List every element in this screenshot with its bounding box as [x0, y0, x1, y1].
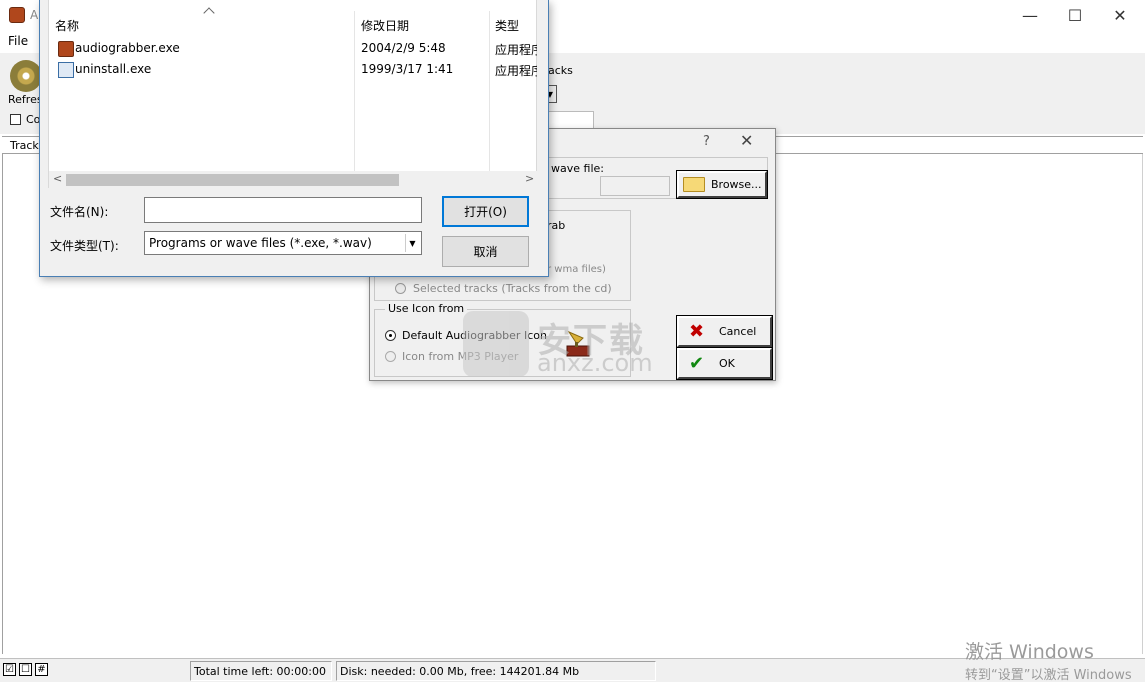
close-button[interactable]: ✕ — [1097, 0, 1143, 30]
selected-tracks-label: Selected tracks (Tracks from the cd) — [413, 282, 612, 295]
column-divider — [354, 11, 355, 171]
file-type: 应用程序 — [495, 43, 537, 57]
logo-text-en: anxz.com — [537, 349, 653, 377]
filename-label: 文件名(N): — [50, 205, 109, 219]
menu-file[interactable]: File — [8, 34, 28, 48]
filename-input[interactable] — [144, 197, 422, 223]
app-icon — [9, 7, 25, 23]
browse-label: Browse... — [711, 178, 762, 191]
mp3-icon-radio[interactable] — [385, 351, 396, 362]
ok-check-icon: ✔ — [689, 353, 705, 374]
cancel-button[interactable]: ✖ Cancel — [676, 315, 773, 348]
activation-watermark-title: 激活 Windows — [965, 641, 1094, 663]
column-divider — [489, 11, 490, 171]
check-none-box[interactable]: ☐ — [19, 663, 32, 676]
cd-refresh-icon[interactable] — [10, 60, 42, 92]
scroll-thumb[interactable] — [66, 174, 399, 186]
file-cancel-button[interactable]: 取消 — [442, 236, 529, 267]
audiograbber-exe-icon — [58, 41, 74, 57]
column-date[interactable]: 修改日期 — [361, 17, 409, 35]
help-icon[interactable]: ? — [703, 134, 710, 149]
total-time-status: Total time left: 00:00:00 — [190, 661, 332, 681]
file-list[interactable]: 名称 修改日期 类型 audiograbber.exe 2004/2/9 5:4… — [48, 0, 538, 188]
dialog-close-icon[interactable]: ✕ — [740, 131, 753, 150]
file-date: 1999/3/17 1:41 — [361, 62, 454, 76]
file-row[interactable]: audiograbber.exe 2004/2/9 5:48 应用程序 — [49, 38, 538, 59]
cancel-label: Cancel — [719, 325, 757, 338]
grab-label: rab — [547, 219, 566, 232]
browse-button[interactable]: Browse... — [676, 170, 768, 199]
file-name: uninstall.exe — [75, 62, 152, 76]
chevron-down-icon[interactable]: ▼ — [405, 234, 419, 252]
option-checkbox[interactable] — [10, 114, 21, 125]
ok-button[interactable]: ✔ OK — [676, 347, 773, 380]
filetype-select[interactable]: Programs or wave files (*.exe, *.wav) ▼ — [144, 231, 422, 255]
folder-icon — [683, 177, 705, 192]
uninstall-exe-icon — [58, 62, 74, 78]
wave-file-field[interactable] — [600, 176, 670, 196]
ok-label: OK — [719, 357, 735, 370]
disk-status: Disk: needed: 0.00 Mb, free: 144201.84 M… — [336, 661, 656, 681]
file-type: 应用程序 — [495, 64, 537, 78]
file-date: 2004/2/9 5:48 — [361, 41, 446, 55]
sort-up-icon — [203, 7, 215, 19]
maximize-button[interactable]: ☐ — [1052, 0, 1098, 30]
activation-watermark-subtitle: 转到“设置”以激活 Windows — [965, 668, 1132, 682]
file-name: audiograbber.exe — [75, 41, 180, 55]
horizontal-scrollbar[interactable]: < > — [49, 171, 538, 188]
scroll-right-icon[interactable]: > — [525, 172, 534, 185]
logo-shield-icon — [463, 311, 529, 377]
icon-group-legend: Use Icon from — [385, 302, 468, 315]
site-logo-watermark: 安下载 anxz.com — [463, 311, 678, 381]
wma-label: r wma files) — [547, 264, 606, 275]
cancel-x-icon: ✖ — [689, 321, 705, 342]
file-open-dialog: 名称 修改日期 类型 audiograbber.exe 2004/2/9 5:4… — [39, 0, 549, 277]
open-button[interactable]: 打开(O) — [442, 196, 529, 227]
minimize-button[interactable]: — — [1007, 0, 1053, 30]
file-row[interactable]: uninstall.exe 1999/3/17 1:41 应用程序 — [49, 59, 538, 80]
default-icon-radio[interactable] — [385, 330, 396, 341]
window-title: A — [30, 8, 39, 22]
column-name[interactable]: 名称 — [55, 17, 79, 35]
column-track[interactable]: Track — [4, 137, 44, 154]
column-type[interactable]: 类型 — [495, 17, 519, 35]
check-all-box[interactable]: ☑ — [3, 663, 16, 676]
check-invert-box[interactable]: # — [35, 663, 48, 676]
selected-tracks-radio[interactable] — [395, 283, 406, 294]
tracks-label: acks — [548, 64, 573, 77]
scroll-left-icon[interactable]: < — [53, 172, 62, 185]
filetype-label: 文件类型(T): — [50, 239, 119, 253]
wave-file-label: wave file: — [551, 162, 604, 175]
filetype-value: Programs or wave files (*.exe, *.wav) — [149, 236, 372, 250]
